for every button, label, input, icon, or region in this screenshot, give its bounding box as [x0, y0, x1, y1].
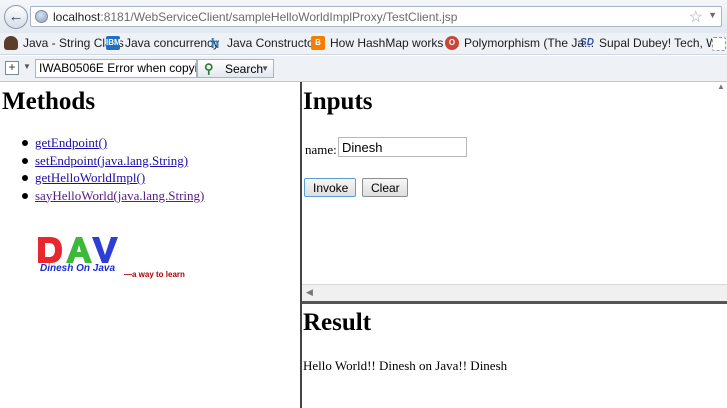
url-dropdown-icon[interactable]: ▼: [708, 10, 717, 20]
chevron-down-icon[interactable]: ▼: [261, 64, 269, 73]
methods-title: Methods: [2, 88, 96, 115]
ibm-icon: IBM: [106, 36, 121, 50]
method-link-set-endpoint[interactable]: setEndpoint(java.lang.String): [35, 153, 188, 168]
method-link-get-hello-world-impl[interactable]: getHelloWorldImpl(): [35, 170, 145, 185]
url-host: localhost: [53, 10, 101, 24]
inputs-frame: Inputs name: Invoke Clear: [302, 82, 727, 301]
bookmark-label: Polymorphism (The Ja...: [464, 36, 595, 50]
methods-frame: Methods getEndpoint() setEndpoint(java.l…: [0, 82, 300, 408]
bookmark-label: Java Constructors: [227, 36, 324, 50]
list-item: setEndpoint(java.lang.String): [22, 153, 204, 171]
chevron-down-icon[interactable]: ▼: [23, 62, 31, 71]
search-button[interactable]: ⚲ Search ▼: [197, 59, 274, 78]
blogger-icon: B: [311, 36, 325, 50]
bookmark-star-icon[interactable]: ☆: [689, 7, 703, 27]
globe-icon: [35, 10, 48, 23]
result-text: Hello World!! Dinesh on Java!! Dinesh: [303, 358, 508, 373]
result-frame: Result Hello World!! Dinesh on Java!! Di…: [302, 304, 727, 408]
url-field[interactable]: localhost:8181/WebServiceClient/sampleHe…: [30, 6, 722, 27]
name-label: name:: [305, 142, 337, 157]
method-list: getEndpoint() setEndpoint(java.lang.Stri…: [22, 135, 204, 205]
scroll-up-icon[interactable]: ▲: [715, 82, 727, 94]
search-button-label: Search: [225, 62, 264, 76]
bookmark-java-constructors[interactable]: h Java Constructors: [208, 36, 324, 50]
bookmarks-toolbar: Java - String Class IBM Java concurrency…: [0, 33, 727, 55]
bookmark-polymorphism[interactable]: O Polymorphism (The Ja...: [445, 36, 594, 50]
scroll-left-icon[interactable]: ◀: [306, 287, 313, 298]
oracle-icon: O: [445, 36, 459, 50]
java-cup-icon: [4, 36, 18, 50]
list-item: getHelloWorldImpl(): [22, 170, 204, 188]
logo-tagline: —a way to learn: [124, 270, 185, 279]
search-input[interactable]: IWAB0506E Error when copying: [35, 59, 197, 78]
bookmarks-overflow[interactable]: [712, 37, 727, 51]
name-input[interactable]: [338, 137, 467, 157]
clear-button[interactable]: Clear: [362, 178, 408, 197]
search-toolbar: + ▼ IWAB0506E Error when copying ⚲ Searc…: [0, 56, 727, 82]
bookmark-supal-dubey[interactable]: SD Supal Dubey! Tech, W...: [580, 36, 727, 50]
search-icon: ⚲: [204, 61, 214, 76]
url-text: localhost:8181/WebServiceClient/sampleHe…: [53, 10, 457, 24]
bookmark-label: Java concurrency: [125, 36, 220, 50]
invoke-button[interactable]: Invoke: [304, 178, 356, 197]
result-title: Result: [303, 309, 372, 336]
method-link-get-endpoint[interactable]: getEndpoint(): [35, 135, 107, 150]
hm-icon: h: [210, 35, 220, 51]
page-icon: [712, 37, 726, 51]
sd-icon: SD: [580, 37, 594, 48]
back-button[interactable]: ←: [4, 5, 28, 29]
bookmark-label: Supal Dubey! Tech, W...: [599, 36, 727, 50]
bookmark-label: How HashMap works i...: [330, 36, 460, 50]
url-path: :8181/WebServiceClient/sampleHelloWorldI…: [100, 10, 458, 24]
method-link-say-hello-world[interactable]: sayHelloWorld(java.lang.String): [35, 188, 204, 203]
address-bar: ← localhost:8181/WebServiceClient/sample…: [0, 0, 727, 33]
inputs-title: Inputs: [303, 88, 373, 115]
bookmark-java-concurrency[interactable]: IBM Java concurrency: [106, 36, 219, 50]
horizontal-scrollbar[interactable]: ◀: [302, 284, 727, 301]
add-icon[interactable]: +: [5, 61, 19, 75]
dav-logo: Dinesh On Java —a way to learn: [36, 234, 186, 282]
logo-subtitle: Dinesh On Java: [40, 263, 116, 274]
list-item: sayHelloWorld(java.lang.String): [22, 188, 204, 206]
list-item: getEndpoint(): [22, 135, 204, 153]
bookmark-hashmap[interactable]: B How HashMap works i...: [311, 36, 459, 50]
